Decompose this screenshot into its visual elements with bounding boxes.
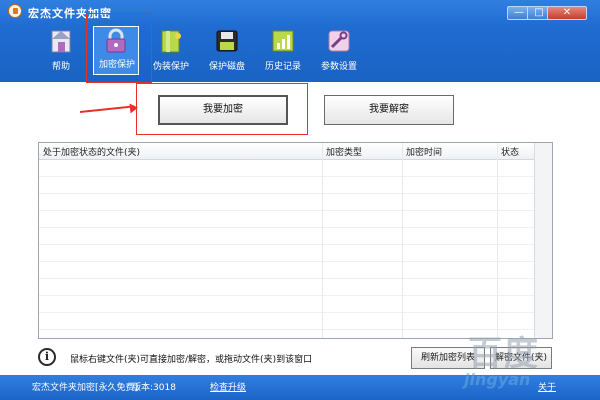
app-logo-icon [8, 4, 22, 18]
toolbar-protect-disk[interactable]: 保护磁盘 [206, 28, 248, 76]
row-divider [39, 278, 552, 279]
encrypt-button[interactable]: 我要加密 [158, 95, 288, 125]
table-header: 处于加密状态的文件(夹) 加密类型 加密时间 状态 [39, 143, 552, 160]
toolbar-help-label: 帮助 [51, 62, 70, 72]
toolbar-disk-label: 保护磁盘 [208, 62, 245, 72]
row-divider [39, 244, 552, 245]
tools-icon [328, 30, 350, 52]
column-divider [322, 143, 323, 338]
watermark-main: 百度 [468, 334, 540, 374]
highlight-box-toolbar [86, 13, 152, 83]
toolbar-disguise-label: 伪装保护 [152, 62, 189, 72]
column-header-status[interactable]: 状态 [501, 145, 519, 158]
home-icon [51, 30, 71, 53]
toolbar-settings[interactable]: 参数设置 [318, 28, 360, 76]
row-divider [39, 312, 552, 313]
column-divider [497, 143, 498, 338]
toolbar-history-label: 历史记录 [264, 62, 301, 72]
row-divider [39, 193, 552, 194]
row-divider [39, 227, 552, 228]
check-update-link[interactable]: 检查升级 [210, 380, 246, 393]
toolbar-help[interactable]: 帮助 [40, 28, 82, 76]
column-divider [402, 143, 403, 338]
row-divider [39, 261, 552, 262]
annotation-arrow-line [79, 105, 132, 113]
disguise-icon [161, 30, 181, 53]
app-window: 宏杰文件夹加密 — □ ✕ 帮助 加密保护 伪装保护 保护磁盘 历史记录 参数设… [0, 0, 600, 400]
watermark: 百度 jingyan [464, 326, 598, 394]
info-icon: i [38, 348, 56, 366]
row-divider [39, 210, 552, 211]
usage-hint: 鼠标右键文件(夹)可直接加密/解密，或拖动文件(夹)到该窗口 [70, 355, 313, 365]
toolbar-disguise-protect[interactable]: 伪装保护 [150, 28, 192, 76]
header-toolbar: 宏杰文件夹加密 — □ ✕ 帮助 加密保护 伪装保护 保护磁盘 历史记录 参数设… [0, 0, 600, 83]
toolbar-history[interactable]: 历史记录 [262, 28, 304, 76]
disk-icon [216, 30, 238, 52]
toolbar-settings-label: 参数设置 [320, 62, 357, 72]
history-icon [272, 30, 294, 52]
column-header-time[interactable]: 加密时间 [406, 145, 442, 158]
encrypted-files-table[interactable]: 处于加密状态的文件(夹) 加密类型 加密时间 状态 [38, 142, 553, 339]
status-product: 宏杰文件夹加密[永久免费] [32, 383, 139, 393]
status-version: 版本:3018 [132, 383, 176, 393]
column-header-file[interactable]: 处于加密状态的文件(夹) [43, 145, 140, 158]
watermark-sub: jingyan [464, 370, 531, 389]
decrypt-button[interactable]: 我要解密 [324, 95, 454, 125]
row-divider [39, 176, 552, 177]
table-scrollbar[interactable] [534, 143, 552, 338]
close-button[interactable]: ✕ [547, 6, 587, 20]
column-header-type[interactable]: 加密类型 [326, 145, 362, 158]
row-divider [39, 295, 552, 296]
